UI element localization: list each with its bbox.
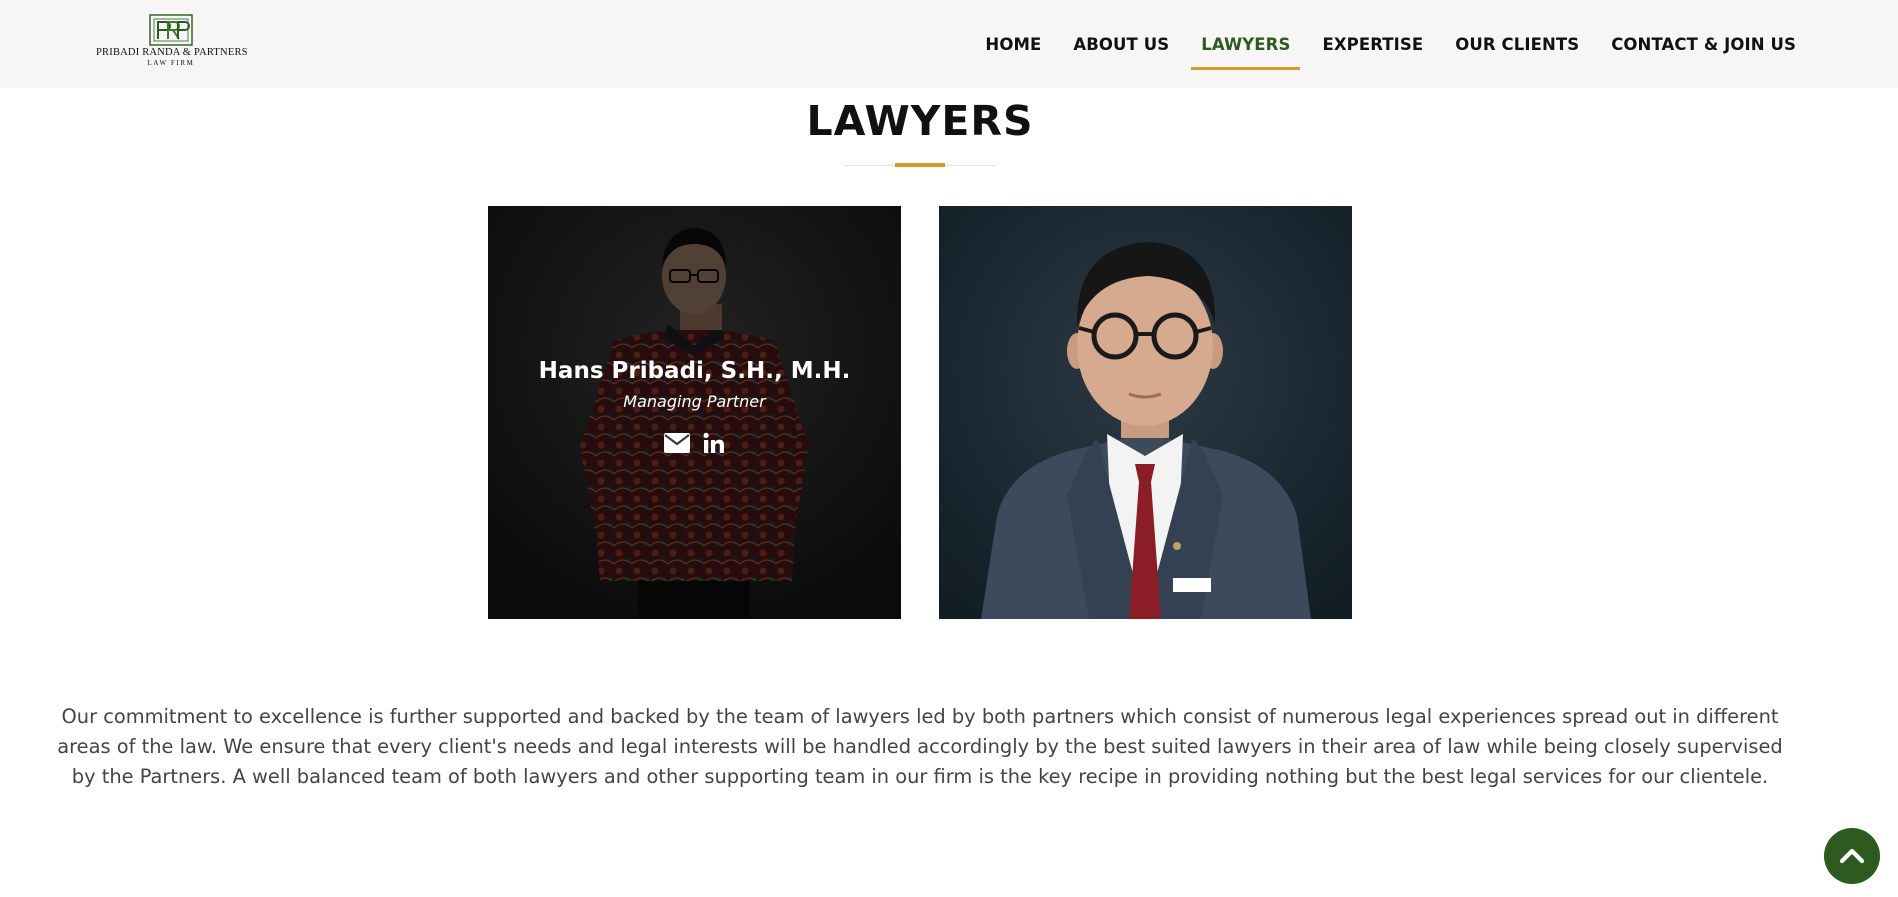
back-to-top-button[interactable] xyxy=(1824,828,1880,884)
card-hover-overlay xyxy=(488,206,901,619)
lawyer-role: Managing Partner xyxy=(623,392,766,411)
brand-name: PRIBADI RANDA & PARTNERS xyxy=(96,47,248,58)
envelope-icon[interactable] xyxy=(663,433,690,457)
lawyer-card-2[interactable] xyxy=(939,206,1352,619)
lawyer-photo xyxy=(939,206,1352,619)
nav-item-expertise[interactable]: EXPERTISE xyxy=(1322,35,1423,54)
prp-monogram-icon xyxy=(149,14,193,46)
lawyers-intro-text: Our commitment to excellence is further … xyxy=(57,705,1783,788)
brand-subtitle: LAW FIRM xyxy=(147,59,195,67)
main-nav: HOME ABOUT US LAWYERS EXPERTISE OUR CLIE… xyxy=(953,0,1796,88)
nav-item-about-us[interactable]: ABOUT US xyxy=(1073,35,1169,54)
site-header: PRIBADI RANDA & PARTNERS LAW FIRM HOME A… xyxy=(0,0,1898,88)
title-accent-bar xyxy=(895,163,945,167)
nav-item-home[interactable]: HOME xyxy=(985,35,1041,54)
nav-item-contact-join-us[interactable]: CONTACT & JOIN US xyxy=(1611,35,1796,54)
page-title: LAWYERS xyxy=(806,97,1034,145)
site-logo[interactable]: PRIBADI RANDA & PARTNERS LAW FIRM xyxy=(96,14,248,74)
chevron-up-icon xyxy=(1839,848,1865,864)
lawyer-card-hans-pribadi[interactable]: Hans Pribadi, S.H., M.H. Managing Partne… xyxy=(488,206,901,619)
linkedin-icon[interactable] xyxy=(703,432,725,458)
lawyer-contact-links xyxy=(488,432,901,458)
nav-item-our-clients[interactable]: OUR CLIENTS xyxy=(1455,35,1579,54)
nav-item-lawyers[interactable]: LAWYERS xyxy=(1191,35,1301,70)
lawyer-name: Hans Pribadi, S.H., M.H. xyxy=(538,358,851,384)
